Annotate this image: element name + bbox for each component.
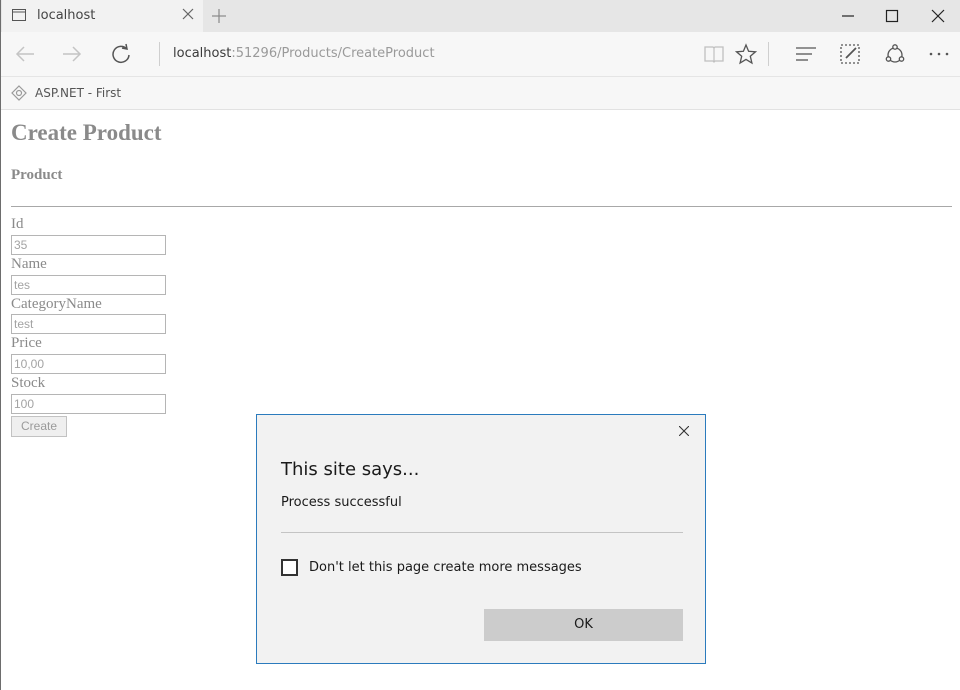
dialog-message: Process successful [281, 495, 402, 510]
web-note-icon[interactable] [839, 43, 861, 65]
price-input[interactable]: 10,00 [11, 354, 166, 374]
stock-input[interactable]: 100 [11, 394, 166, 414]
tab-title: localhost [37, 8, 96, 23]
id-input[interactable]: 35 [11, 235, 166, 255]
divider [11, 206, 952, 207]
suppress-messages-label[interactable]: Don't let this page create more messages [309, 560, 582, 575]
back-arrow-icon[interactable] [14, 43, 36, 65]
suppress-messages-checkbox[interactable] [281, 559, 298, 576]
browser-window: localhost localhost:51296/Products/Creat… [0, 0, 960, 690]
create-button[interactable]: Create [11, 416, 67, 437]
field-label-category-name: CategoryName [11, 296, 102, 312]
minimize-icon[interactable] [841, 9, 855, 23]
share-icon[interactable] [884, 43, 906, 65]
maximize-icon[interactable] [885, 9, 899, 23]
reading-view-icon[interactable] [703, 43, 725, 65]
field-label-name: Name [11, 256, 47, 272]
address-separator [159, 42, 160, 66]
page-title: Create Product [11, 120, 162, 145]
favorites-bar: ASP.NET - First [1, 77, 960, 110]
address-bar[interactable]: localhost:51296/Products/CreateProduct [173, 46, 435, 61]
name-input[interactable]: tes [11, 275, 166, 295]
ok-button[interactable]: OK [484, 609, 683, 641]
navigation-bar: localhost:51296/Products/CreateProduct [1, 32, 960, 77]
close-icon[interactable] [182, 8, 194, 20]
section-title: Product [11, 167, 63, 183]
toolbar-separator [768, 42, 769, 66]
refresh-icon[interactable] [110, 43, 132, 65]
favorite-link[interactable]: ASP.NET - First [35, 86, 121, 100]
dialog-title: This site says... [281, 459, 420, 480]
close-window-icon[interactable] [931, 9, 945, 23]
tab-page-icon [12, 9, 26, 21]
forward-arrow-icon[interactable] [61, 43, 83, 65]
alert-dialog: This site says... Process successful Don… [256, 414, 706, 664]
tab-bar: localhost [1, 0, 960, 32]
address-path: :51296/Products/CreateProduct [231, 46, 435, 61]
plus-icon[interactable] [212, 9, 226, 23]
field-label-stock: Stock [11, 375, 46, 391]
browser-tab[interactable]: localhost [2, 0, 203, 32]
site-favicon [11, 85, 27, 101]
star-icon[interactable] [735, 43, 757, 65]
dialog-divider [281, 532, 683, 533]
more-icon[interactable] [928, 43, 950, 65]
field-label-id: Id [11, 216, 24, 232]
address-host: localhost [173, 46, 232, 61]
field-label-price: Price [11, 335, 42, 351]
hub-icon[interactable] [795, 43, 817, 65]
category-name-input[interactable]: test [11, 314, 166, 334]
close-icon[interactable] [679, 426, 689, 436]
